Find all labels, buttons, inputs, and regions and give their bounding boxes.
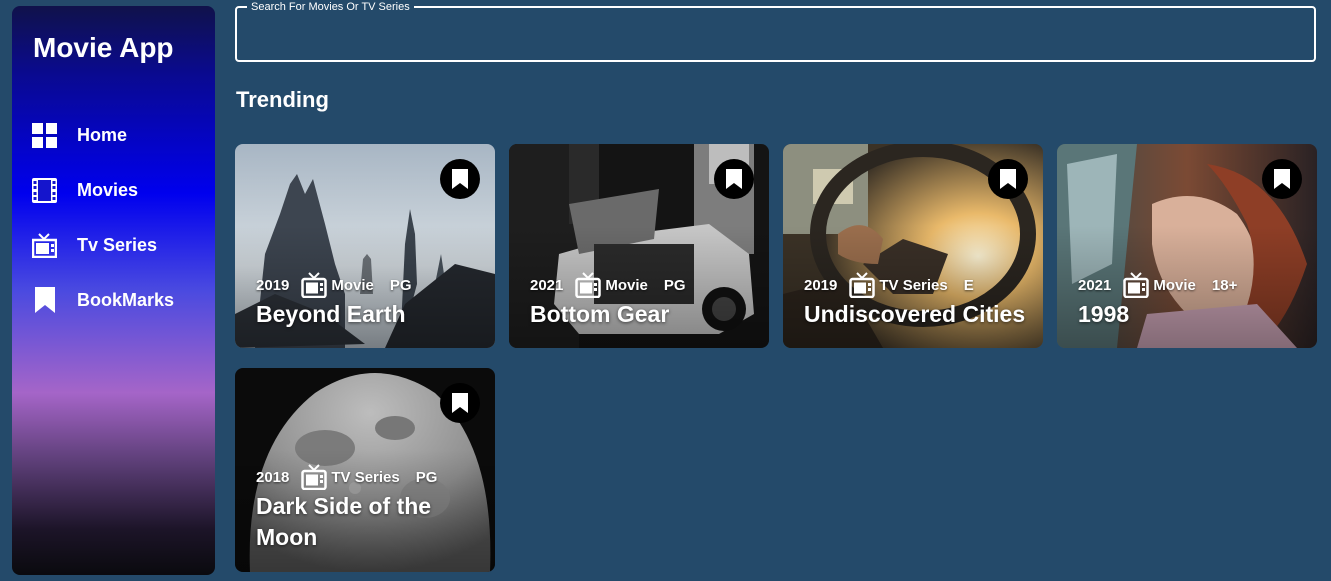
card-type: Movie (605, 276, 648, 294)
card-year: 2021 (1078, 276, 1112, 294)
card-rating: PG (663, 276, 686, 294)
card-type: Movie (1153, 276, 1196, 294)
tv-icon (301, 464, 328, 490)
card-year: 2021 (530, 276, 564, 294)
card-meta: 2018 TV Series PG (256, 464, 437, 490)
tv-icon (32, 232, 57, 258)
card-type: Movie (331, 276, 374, 294)
card-year: 2019 (256, 276, 290, 294)
card-rating: PG (389, 276, 412, 294)
card-meta: 2021 Movie 18+ (1078, 272, 1237, 298)
sidebar-item-home[interactable]: Home (32, 121, 202, 149)
card-rating: PG (415, 468, 438, 486)
bookmark-icon (452, 169, 468, 189)
media-card[interactable]: 2019 Movie PG Beyond Earth (235, 144, 495, 348)
card-meta: 2019 Movie PG (256, 272, 412, 298)
card-rating: E (963, 276, 974, 294)
media-card[interactable]: 2021 Movie PG Bottom Gear (509, 144, 769, 348)
sidebar-item-label: Home (77, 124, 128, 145)
search-box[interactable]: Search For Movies Or TV Series (235, 0, 1316, 62)
bookmark-button[interactable] (1262, 159, 1302, 199)
card-rating: 18+ (1211, 276, 1238, 294)
bookmark-icon (726, 169, 742, 189)
grid-icon (32, 122, 57, 148)
card-meta: 2021 Movie PG (530, 272, 686, 298)
card-title: Beyond Earth (256, 301, 406, 327)
sidebar-item-label: BookMarks (77, 289, 175, 310)
search-label: Search For Movies Or TV Series (247, 0, 414, 14)
sidebar-item-label: Movies (77, 179, 139, 200)
bookmark-icon (32, 287, 57, 313)
bookmark-icon (1000, 169, 1016, 189)
bookmark-icon (452, 393, 468, 413)
bookmark-button[interactable] (988, 159, 1028, 199)
sidebar-item-bookmarks[interactable]: BookMarks (32, 286, 202, 314)
film-icon (32, 177, 57, 203)
bookmark-icon (1274, 169, 1290, 189)
card-meta: 2019 TV Series E (804, 272, 974, 298)
sidebar-item-tv-series[interactable]: Tv Series (32, 231, 202, 259)
film-icon (1123, 272, 1150, 298)
card-title: Bottom Gear (530, 301, 670, 327)
bookmark-button[interactable] (440, 383, 480, 423)
tv-icon (849, 272, 876, 298)
media-card[interactable]: 2019 TV Series E Undiscovered Cities (783, 144, 1043, 348)
section-title-trending: Trending (236, 87, 329, 112)
card-title: Dark Side of the Moon (256, 493, 432, 550)
bookmark-button[interactable] (714, 159, 754, 199)
sidebar: Movie App Home Movies Tv Series BookMark… (12, 6, 215, 575)
card-year: 2018 (256, 468, 290, 486)
card-type: TV Series (879, 276, 948, 294)
film-icon (575, 272, 602, 298)
app-title: Movie App (33, 32, 174, 63)
sidebar-item-movies[interactable]: Movies (32, 176, 202, 204)
search-input[interactable] (249, 22, 1299, 48)
card-year: 2019 (804, 276, 838, 294)
film-icon (301, 272, 328, 298)
card-type: TV Series (331, 468, 400, 486)
card-title: 1998 (1078, 301, 1130, 327)
bookmark-button[interactable] (440, 159, 480, 199)
media-card[interactable]: 2021 Movie 18+ 1998 (1057, 144, 1317, 348)
sidebar-item-label: Tv Series (77, 234, 158, 255)
card-title: Undiscovered Cities (804, 301, 1026, 327)
media-card[interactable]: 2018 TV Series PG Dark Side of the Moon (235, 368, 495, 572)
